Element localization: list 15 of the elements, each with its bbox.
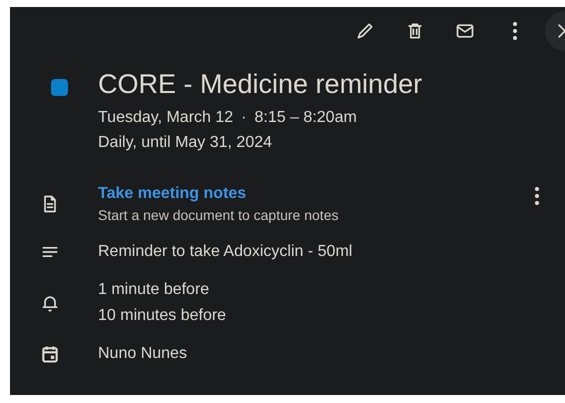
notification-time: 10 minutes before: [98, 306, 226, 326]
event-date: Tuesday, March 12: [98, 108, 234, 128]
event-title: CORE - Medicine reminder: [98, 68, 422, 101]
notification-time: 1 minute before: [98, 280, 210, 300]
pencil-icon: [355, 21, 375, 41]
more-icon: [535, 187, 539, 205]
event-time: 8:15 – 8:20am: [254, 108, 357, 128]
more-icon: [513, 22, 517, 40]
event-description: Reminder to take Adoxicyclin - 50ml: [98, 242, 352, 262]
notes-subtitle: Start a new document to capture notes: [98, 206, 338, 225]
take-notes-link[interactable]: Take meeting notes: [98, 183, 246, 205]
separator: ·: [241, 108, 246, 128]
calendar-icon: [40, 344, 60, 364]
calendar-name: Nuno Nunes: [98, 344, 187, 364]
event-recurrence: Daily, until May 31, 2024: [98, 133, 272, 153]
